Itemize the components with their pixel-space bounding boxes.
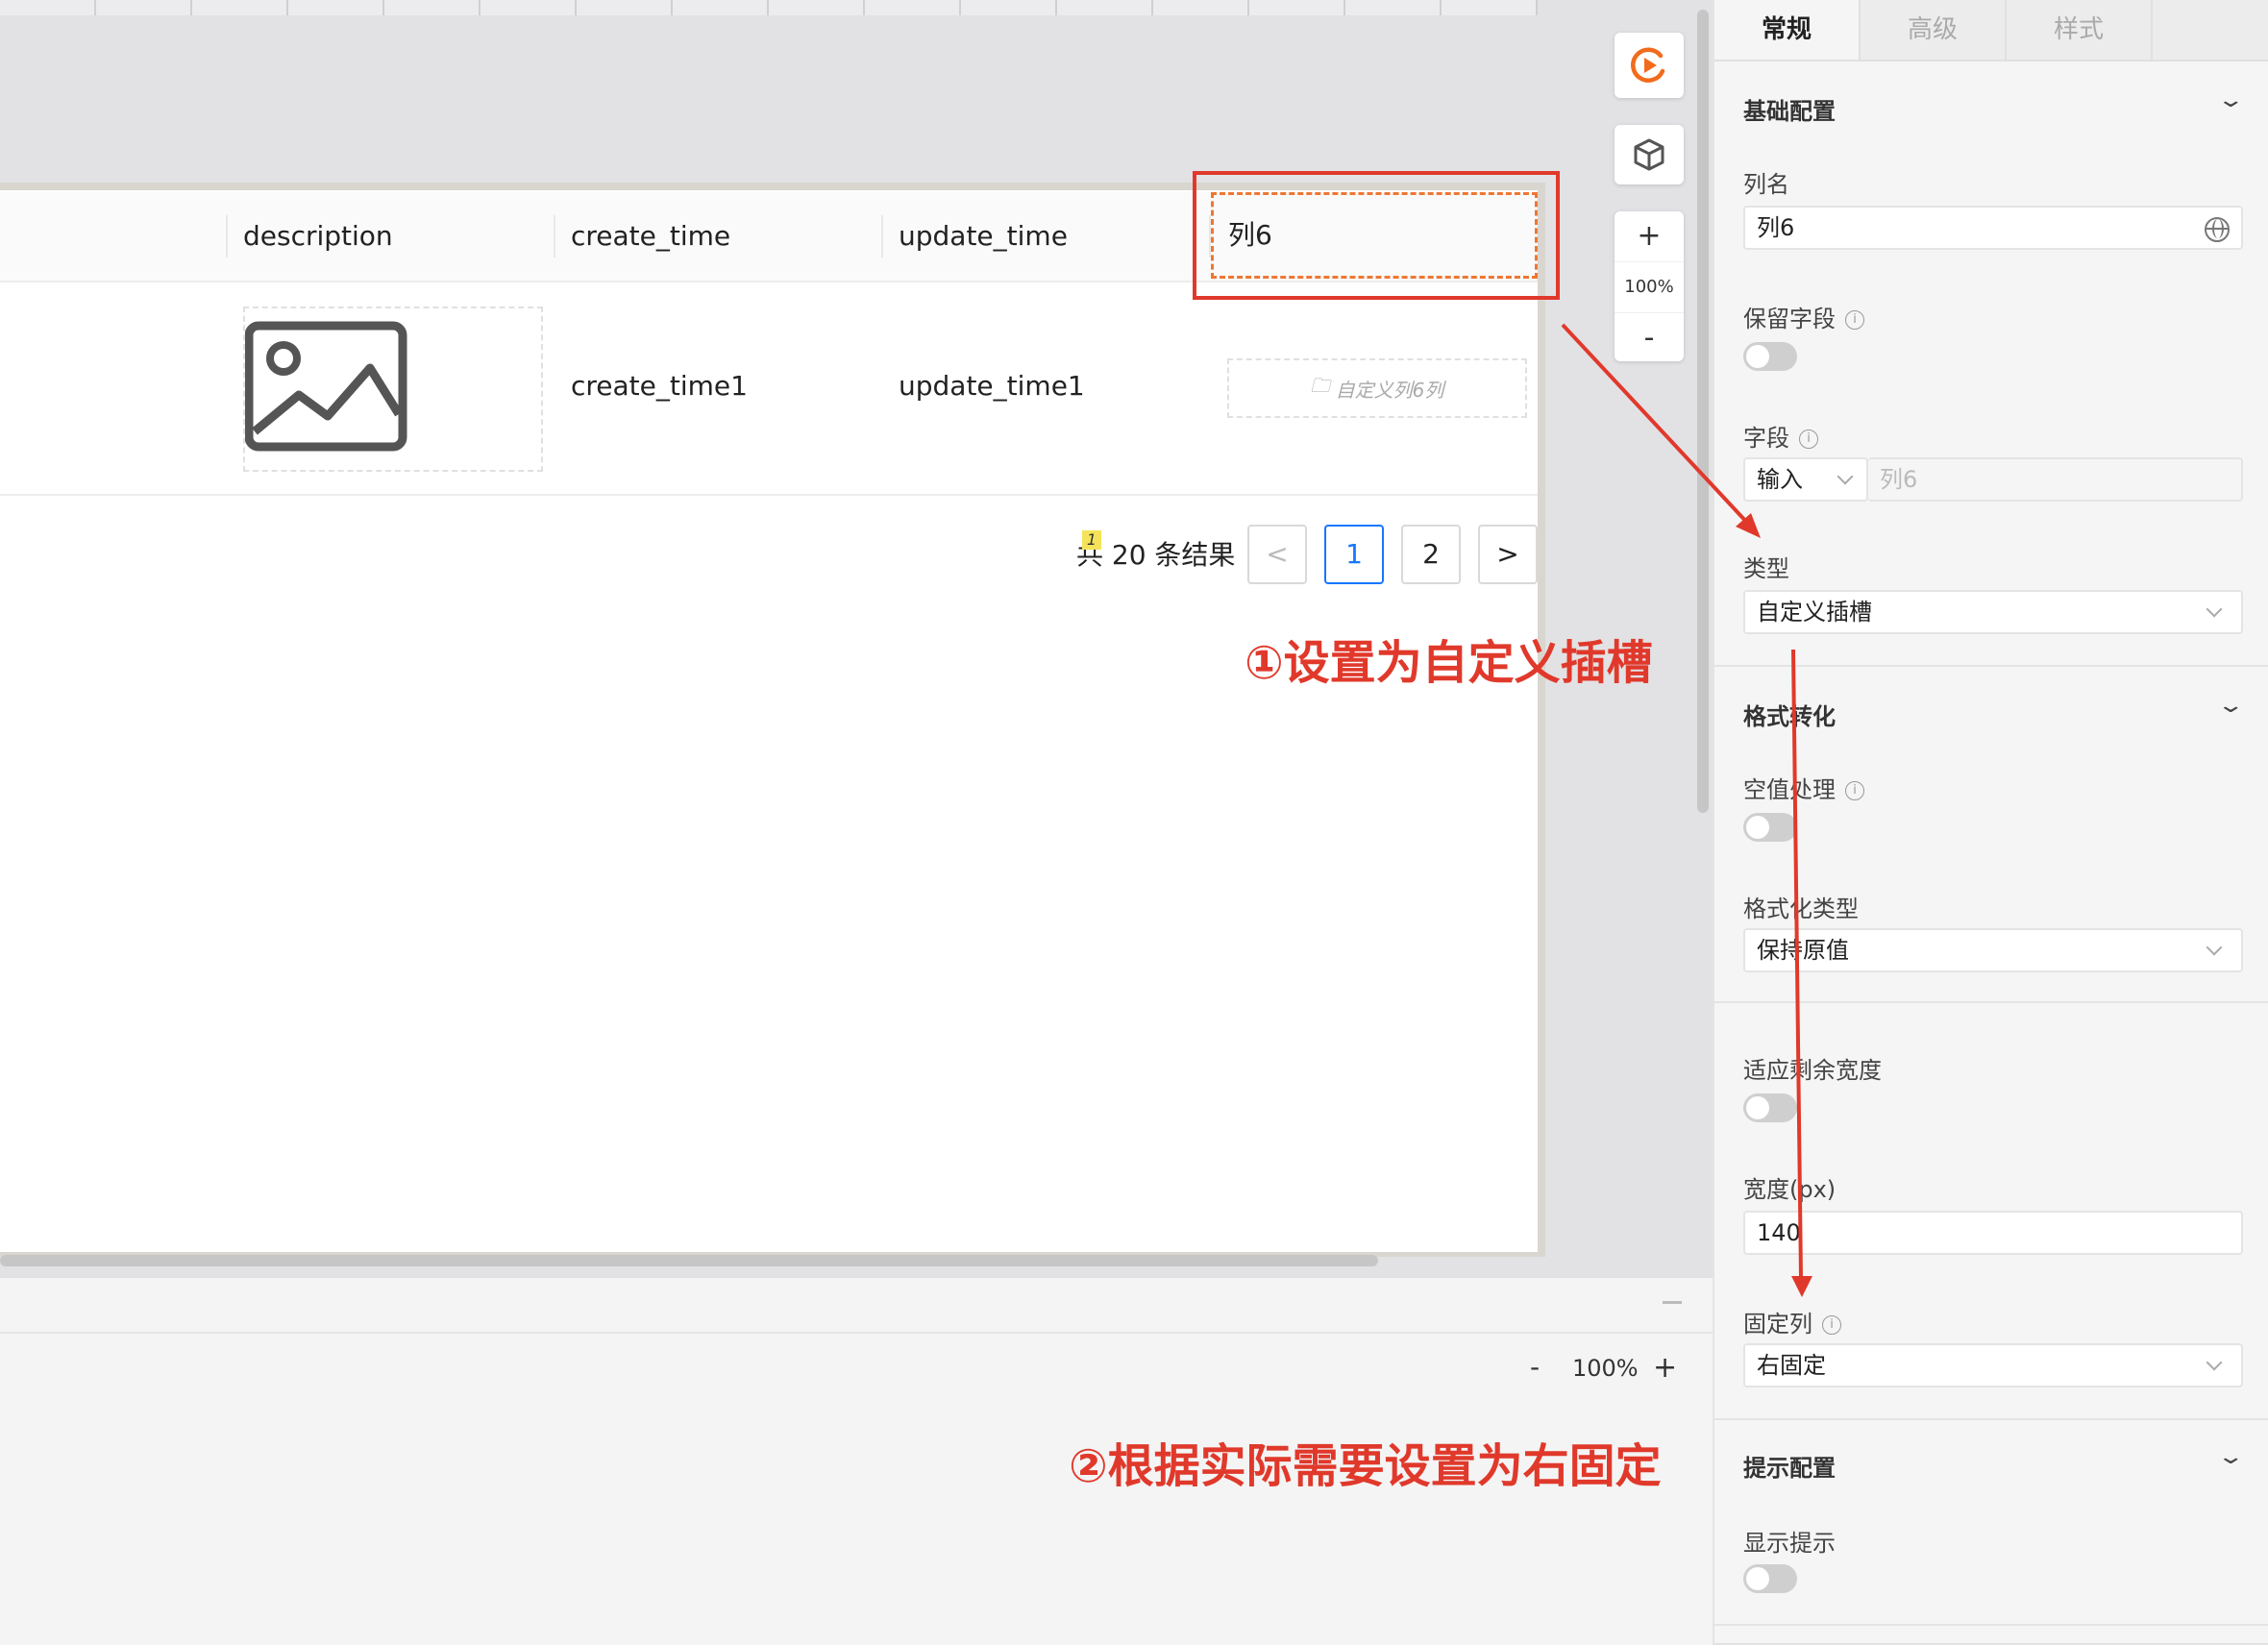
arrowhead [1791,1276,1812,1297]
arrow-to-fixed-column [1791,649,1803,1279]
annotation-arrows [1561,323,1812,1297]
arrow-to-type [1561,323,1751,527]
